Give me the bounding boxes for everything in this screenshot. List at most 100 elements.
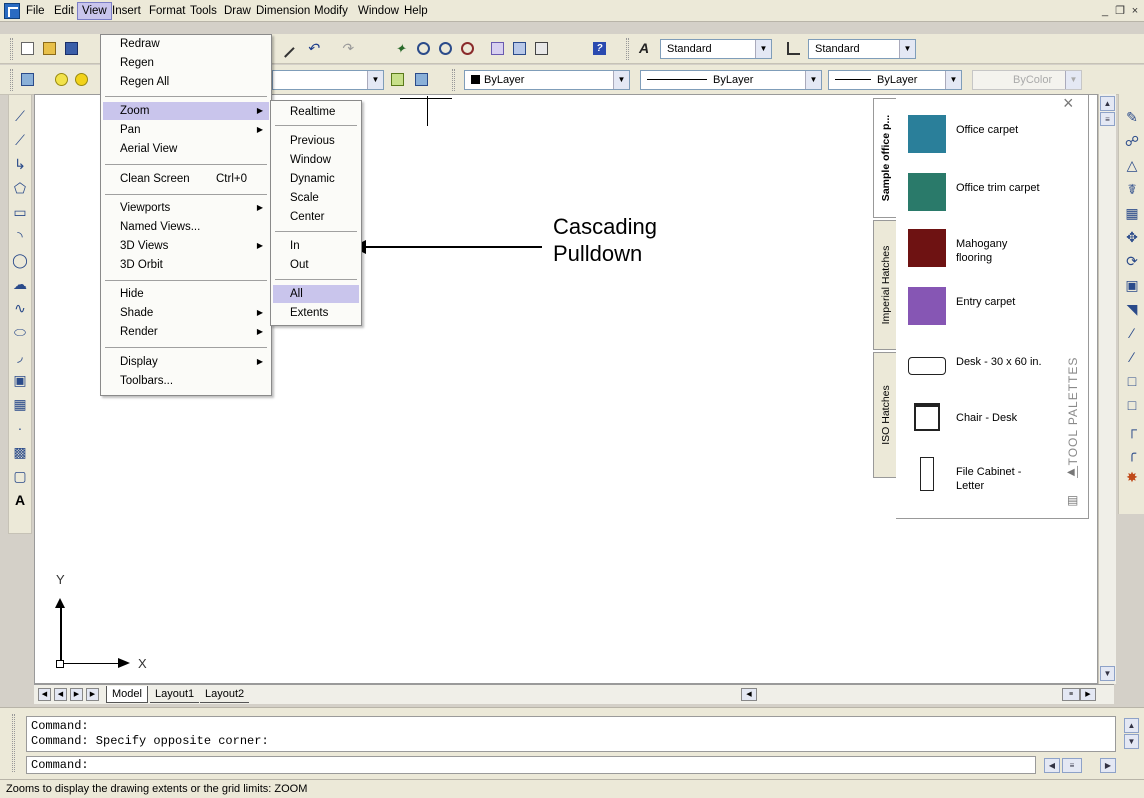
zoom-realtime-icon[interactable] [414,39,433,58]
menu-help[interactable]: Help [400,3,432,19]
move-icon[interactable]: ✥ [1123,228,1141,246]
text-style-combo[interactable]: Standard ▼ [660,39,772,59]
erase-icon[interactable]: ✎ [1123,108,1141,126]
dim-style-icon[interactable] [784,39,803,58]
arc-icon[interactable]: ◝ [11,227,29,245]
copy-icon[interactable]: ☍ [1123,132,1141,150]
chevron-down-icon[interactable]: ▼ [613,71,629,89]
revision-cloud-icon[interactable]: ☁ [11,275,29,293]
menu-tools[interactable]: Tools [186,3,221,19]
vertical-scrollbar[interactable]: ▲ ≡ ▼ [1098,94,1116,684]
menu-item-redraw[interactable]: Redraw [103,35,269,53]
sun-icon[interactable] [72,70,91,89]
multiline-text-icon[interactable]: A [11,491,29,509]
hatch-icon[interactable]: ▩ [11,443,29,461]
menu-item-named-views[interactable]: Named Views... [103,218,269,236]
ellipse-icon[interactable]: ⬭ [11,323,29,341]
color-combo[interactable]: ByLayer ▼ [464,70,630,90]
menu-item-zoom-extents[interactable]: Extents [273,304,359,322]
pan-realtime-icon[interactable]: ✦ [392,39,411,58]
restore-button[interactable]: ❐ [1113,4,1127,18]
menu-edit[interactable]: Edit [50,3,78,19]
chamfer-icon[interactable]: ┌ [1123,420,1141,438]
ellipse-arc-icon[interactable]: ◞ [11,347,29,365]
scroll-down-button[interactable]: ▼ [1100,666,1115,681]
menu-item-3d-views[interactable]: 3D Views ▶ [103,237,269,255]
lightbulb-icon[interactable] [52,70,71,89]
cmd-scroll-left-button[interactable]: ◀ [1044,758,1060,773]
design-center-icon[interactable] [510,39,529,58]
first-tab-button[interactable]: ◀ [38,688,51,701]
zoom-previous-icon[interactable] [458,39,477,58]
menu-item-zoom-dynamic[interactable]: Dynamic [273,170,359,188]
extend-icon[interactable]: ∕ [1123,348,1141,366]
tab-imperial-hatches[interactable]: Imperial Hatches [873,220,897,350]
scroll-up-button[interactable]: ▲ [1100,96,1115,111]
tab-model[interactable]: Model [106,686,148,703]
scale-icon[interactable]: ▣ [1123,276,1141,294]
menu-item-render[interactable]: Render ▶ [103,323,269,341]
menu-item-zoom-out[interactable]: Out [273,256,359,274]
menu-draw[interactable]: Draw [220,3,255,19]
chevron-down-icon[interactable]: ▼ [755,40,771,58]
text-style-icon[interactable]: A [636,39,655,58]
command-input[interactable]: Command: [26,756,1036,774]
break-icon[interactable]: □ [1123,372,1141,390]
rectangle-icon[interactable]: ▭ [11,203,29,221]
toolbar-grip[interactable] [626,38,629,60]
rotate-icon[interactable]: ⟳ [1123,252,1141,270]
tool-palettes-icon[interactable] [532,39,551,58]
offset-icon[interactable]: ☤ [1123,180,1141,198]
array-icon[interactable]: ▦ [1123,204,1141,222]
point-icon[interactable]: · [11,419,29,437]
menu-format[interactable]: Format [145,3,189,19]
spline-icon[interactable]: ∿ [11,299,29,317]
menu-modify[interactable]: Modify [310,3,352,19]
tab-iso-hatches[interactable]: ISO Hatches [873,352,897,478]
insert-block-icon[interactable]: ▣ [11,371,29,389]
menu-item-aerial-view[interactable]: Aerial View [103,140,269,158]
properties-icon[interactable] [488,39,507,58]
menu-item-zoom-scale[interactable]: Scale [273,189,359,207]
save-icon[interactable] [62,39,81,58]
make-block-icon[interactable]: ▦ [11,395,29,413]
menu-item-regen-all[interactable]: Regen All [103,73,269,91]
menu-item-hide[interactable]: Hide [103,285,269,303]
line-icon[interactable]: ⟋ [11,107,29,125]
tab-sample-office[interactable]: Sample office p... [873,98,897,218]
scroll-thumb[interactable]: ≡ [1100,112,1115,126]
menu-item-clean-screen[interactable]: Clean Screen Ctrl+0 [103,170,269,188]
region-icon[interactable]: ▢ [11,467,29,485]
menu-item-zoom-center[interactable]: Center [273,208,359,226]
hscroll-thumb[interactable]: ≡ [1062,688,1080,701]
menu-item-zoom-previous[interactable]: Previous [273,132,359,150]
circle-icon[interactable]: ◯ [11,251,29,269]
layer-combo[interactable]: ▼ [272,70,384,90]
cmd-scroll-up-button[interactable]: ▲ [1124,718,1139,733]
next-tab-button[interactable]: ▶ [70,688,83,701]
menu-item-zoom-in[interactable]: In [273,237,359,255]
layer-manager-icon[interactable] [18,70,37,89]
cmd-scroll-down-button[interactable]: ▼ [1124,734,1139,749]
help-icon[interactable]: ? [590,39,609,58]
menu-view[interactable]: View [77,2,112,20]
chevron-down-icon[interactable]: ▼ [945,71,961,89]
mirror-icon[interactable]: △ [1123,156,1141,174]
redo-icon[interactable]: ↷ [338,39,357,58]
app-icon[interactable] [4,3,20,19]
tab-layout1[interactable]: Layout1 [150,686,200,703]
fillet-icon[interactable]: ╭ [1123,444,1141,462]
menu-item-zoom[interactable]: Zoom ▶ [103,102,269,120]
chevron-down-icon[interactable]: ▼ [805,71,821,89]
explode-icon[interactable]: ✸ [1123,468,1141,486]
polygon-icon[interactable]: ⬠ [11,179,29,197]
palette-close-icon[interactable]: × [1063,93,1074,114]
menu-item-pan[interactable]: Pan ▶ [103,121,269,139]
lineweight-combo[interactable]: ByLayer ▼ [828,70,962,90]
stretch-icon[interactable]: ◥ [1123,300,1141,318]
menu-item-toolbars[interactable]: Toolbars... [103,372,269,390]
linetype-combo[interactable]: ByLayer ▼ [640,70,822,90]
previous-tab-button[interactable]: ◀ [54,688,67,701]
break-at-point-icon[interactable]: □ [1123,396,1141,414]
trim-icon[interactable]: ∕ [1123,324,1141,342]
